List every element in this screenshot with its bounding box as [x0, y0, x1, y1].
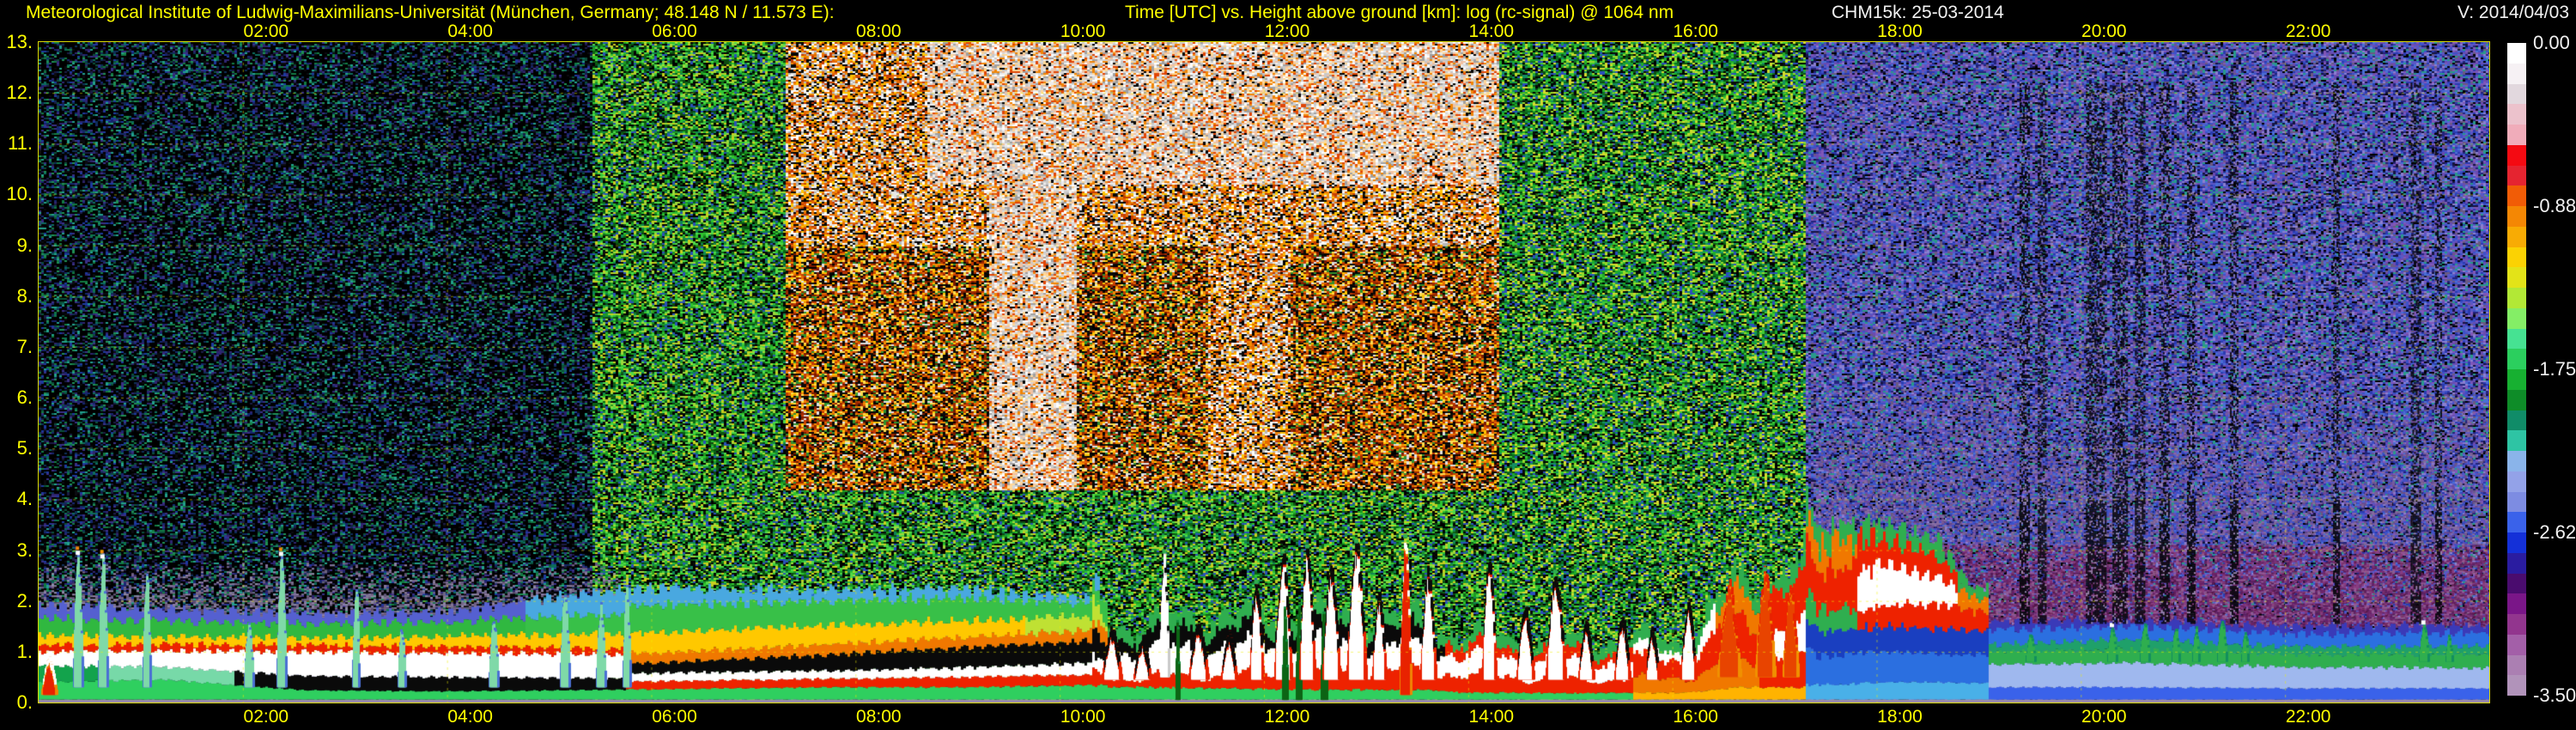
x-tick-label: 22:00	[2285, 21, 2331, 41]
colorbar-segment	[2507, 369, 2526, 390]
y-axis-ticks: 13. 12. 11. 10. 9. 8. 7. 6. 5. 4. 3. 2. 1. 0.	[0, 0, 38, 730]
x-tick-label: 06:00	[652, 21, 697, 41]
x-tick-label: 02:00	[243, 707, 289, 727]
colorbar-segment	[2507, 532, 2526, 553]
colorbar-segment	[2507, 307, 2526, 329]
y-tick-label: 12.	[6, 82, 33, 104]
lidar-quicklook-screen: { "header": { "left": "Meteorological In…	[0, 0, 2576, 730]
y-tick-label: 9.	[16, 234, 33, 256]
institute-title: Meteorological Institute of Ludwig-Maxim…	[26, 3, 835, 22]
x-tick-label: 08:00	[856, 707, 902, 727]
x-axis-bottom-ticks: 02:00 04:00 06:00 08:00 10:00 12:00 14:00 16:00…	[0, 708, 2576, 727]
colorbar-tick-label: -3.50	[2533, 684, 2576, 706]
colorbar-tick-label: -1.75	[2533, 358, 2576, 380]
x-tick-label: 06:00	[652, 707, 697, 727]
x-tick-label: 16:00	[1673, 707, 1718, 727]
colorbar-segment	[2507, 634, 2526, 655]
colorbar-segment	[2507, 552, 2526, 574]
x-tick-label: 20:00	[2081, 21, 2127, 41]
colorbar-segment	[2507, 471, 2526, 492]
colorbar-segment	[2507, 246, 2526, 268]
colorbar-segment	[2507, 675, 2526, 696]
y-tick-label: 10.	[6, 183, 33, 205]
colorbar-segment	[2507, 83, 2526, 105]
x-tick-label: 12:00	[1264, 21, 1310, 41]
instrument-date-label: CHM15k: 25-03-2014	[1832, 3, 2004, 22]
colorbar-segment	[2507, 410, 2526, 431]
colorbar-segment	[2507, 451, 2526, 471]
colorbar-segment	[2507, 125, 2526, 145]
y-tick-label: 2.	[16, 589, 33, 611]
x-tick-label: 04:00	[447, 21, 493, 41]
y-tick-label: 4.	[16, 488, 33, 510]
x-tick-label: 02:00	[243, 21, 289, 41]
x-tick-label: 10:00	[1060, 21, 1106, 41]
x-tick-label: 08:00	[856, 21, 902, 41]
colorbar	[2507, 43, 2526, 696]
plot-title: Time [UTC] vs. Height above ground [km]:…	[1125, 3, 1674, 22]
y-tick-label: 5.	[16, 437, 33, 459]
colorbar-tick-label: -2.62	[2533, 521, 2576, 543]
y-tick-label: 7.	[16, 335, 33, 357]
colorbar-segment	[2507, 573, 2526, 594]
y-tick-label: 11.	[8, 132, 33, 155]
colorbar-segment	[2507, 63, 2526, 84]
x-tick-label: 20:00	[2081, 707, 2127, 727]
colorbar-tick-label: 0.00	[2533, 32, 2570, 53]
x-tick-label: 10:00	[1060, 707, 1106, 727]
x-tick-label: 18:00	[1877, 707, 1923, 727]
colorbar-segment	[2507, 491, 2526, 513]
colorbar-segment	[2507, 206, 2526, 227]
colorbar-segment	[2507, 186, 2526, 206]
y-tick-label: 8.	[16, 284, 33, 307]
colorbar-segment	[2507, 328, 2526, 350]
lidar-heatmap-canvas	[39, 42, 2489, 703]
x-tick-label: 22:00	[2285, 707, 2331, 727]
y-tick-label: 1.	[16, 640, 33, 662]
x-axis-top-ticks: 02:00 04:00 06:00 08:00 10:00 12:00 14:00 16:00…	[0, 22, 2576, 41]
plot-frame	[38, 41, 2490, 703]
colorbar-segment	[2507, 512, 2526, 532]
y-tick-label: 0.	[16, 691, 33, 713]
version-label: V: 2014/04/03	[2458, 3, 2569, 22]
colorbar-segment	[2507, 614, 2526, 635]
colorbar-segment	[2507, 389, 2526, 411]
colorbar-segment	[2507, 165, 2526, 186]
colorbar-segment	[2507, 104, 2526, 125]
colorbar-tick-label: -0.88	[2533, 195, 2576, 216]
x-tick-label: 18:00	[1877, 21, 1923, 41]
x-tick-label: 14:00	[1468, 707, 1515, 727]
x-tick-label: 12:00	[1264, 707, 1310, 727]
y-tick-label: 13.	[6, 31, 33, 52]
colorbar-segment	[2507, 349, 2526, 369]
y-tick-label: 6.	[16, 386, 33, 409]
x-tick-label: 14:00	[1468, 21, 1515, 41]
y-tick-label: 3.	[16, 538, 33, 561]
x-tick-label: 16:00	[1673, 21, 1718, 41]
colorbar-segment	[2507, 654, 2526, 676]
colorbar-segment	[2507, 430, 2526, 451]
colorbar-segment	[2507, 593, 2526, 614]
colorbar-segment	[2507, 288, 2526, 308]
colorbar-segment	[2507, 144, 2526, 166]
x-tick-label: 04:00	[447, 707, 493, 727]
colorbar-segment	[2507, 267, 2526, 288]
colorbar-segment	[2507, 226, 2526, 247]
colorbar-segment	[2507, 43, 2526, 64]
